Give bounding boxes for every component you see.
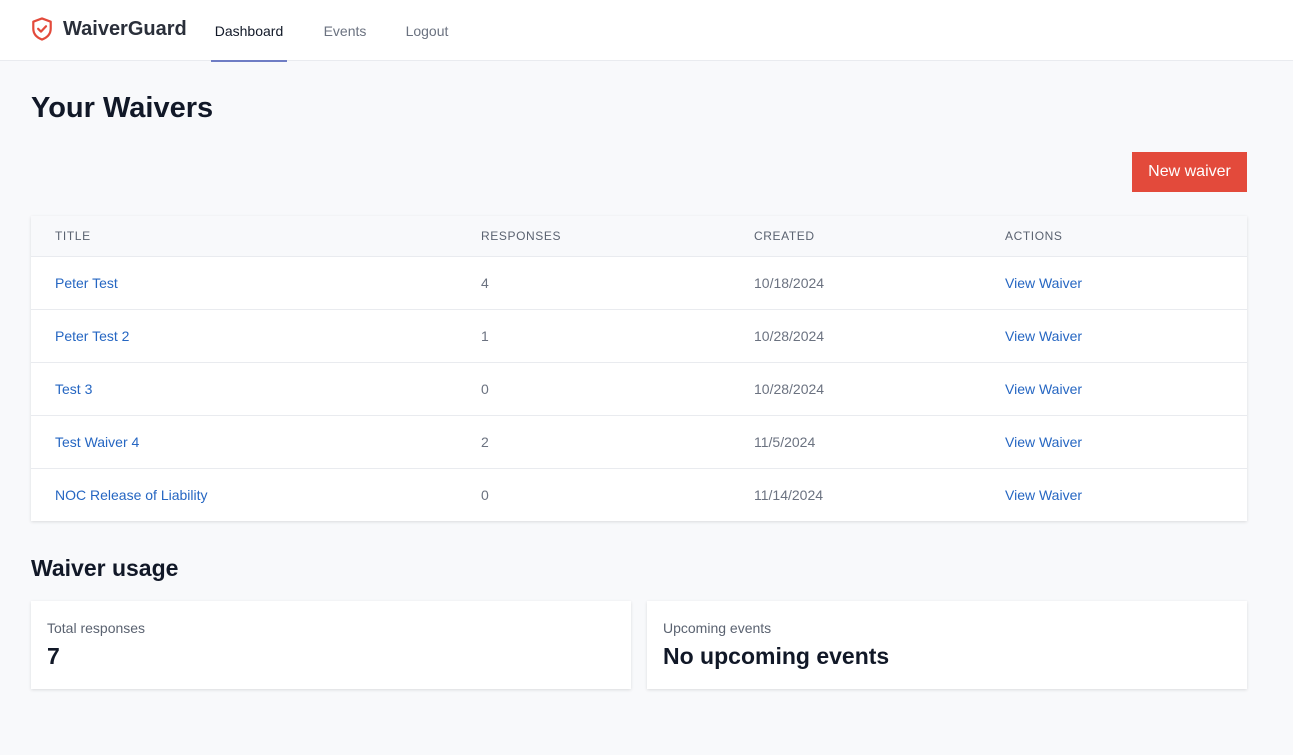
table-row: Test 3 0 10/28/2024 View Waiver: [31, 363, 1247, 416]
nav-logout[interactable]: Logout: [397, 0, 457, 61]
waiver-title-link[interactable]: Test Waiver 4: [55, 416, 139, 468]
response-count: 4: [481, 275, 489, 291]
top-navbar: WaiverGuard Dashboard Events Logout: [0, 0, 1293, 62]
view-waiver-link[interactable]: View Waiver: [1005, 310, 1082, 362]
new-waiver-button[interactable]: New waiver: [1132, 152, 1247, 192]
waivers-table: TITLE RESPONSES CREATED ACTIONS Peter Te…: [31, 216, 1247, 521]
created-date: 10/18/2024: [754, 275, 825, 291]
brand-name: WaiverGuard: [63, 17, 187, 40]
table-row: Peter Test 2 1 10/28/2024 View Waiver: [31, 310, 1247, 363]
table-header: TITLE RESPONSES CREATED ACTIONS: [31, 216, 1247, 257]
view-waiver-link[interactable]: View Waiver: [1005, 363, 1082, 415]
shield-check-icon: [31, 17, 53, 41]
view-waiver-link[interactable]: View Waiver: [1005, 416, 1082, 468]
waiver-title-link[interactable]: Test 3: [55, 363, 92, 415]
column-header-created: CREATED: [754, 229, 815, 243]
created-date: 10/28/2024: [754, 328, 825, 344]
waiver-title-link[interactable]: Peter Test 2: [55, 310, 129, 362]
total-responses-label: Total responses: [47, 620, 146, 636]
brand[interactable]: WaiverGuard: [31, 15, 187, 43]
response-count: 2: [481, 434, 489, 450]
upcoming-events-label: Upcoming events: [663, 620, 772, 636]
waiver-title-link[interactable]: NOC Release of Liability: [55, 469, 208, 521]
response-count: 1: [481, 328, 489, 344]
page-title: Your Waivers: [31, 92, 214, 124]
upcoming-events-value: No upcoming events: [663, 643, 890, 669]
waiver-usage-title: Waiver usage: [31, 555, 179, 581]
table-row: NOC Release of Liability 0 11/14/2024 Vi…: [31, 469, 1247, 522]
total-responses-card: Total responses 7: [31, 601, 631, 689]
created-date: 11/14/2024: [754, 487, 824, 503]
response-count: 0: [481, 487, 489, 503]
view-waiver-link[interactable]: View Waiver: [1005, 257, 1082, 309]
column-header-responses: RESPONSES: [481, 229, 562, 243]
table-row: Peter Test 4 10/18/2024 View Waiver: [31, 257, 1247, 310]
column-header-title: TITLE: [55, 229, 91, 243]
nav-dashboard[interactable]: Dashboard: [211, 0, 287, 62]
table-row: Test Waiver 4 2 11/5/2024 View Waiver: [31, 416, 1247, 469]
column-header-actions: ACTIONS: [1005, 229, 1063, 243]
created-date: 11/5/2024: [754, 434, 816, 450]
response-count: 0: [481, 381, 489, 397]
nav-events[interactable]: Events: [314, 0, 376, 61]
view-waiver-link[interactable]: View Waiver: [1005, 469, 1082, 521]
total-responses-value: 7: [47, 643, 60, 669]
created-date: 10/28/2024: [754, 381, 825, 397]
waiver-title-link[interactable]: Peter Test: [55, 257, 118, 309]
upcoming-events-card: Upcoming events No upcoming events: [647, 601, 1247, 689]
